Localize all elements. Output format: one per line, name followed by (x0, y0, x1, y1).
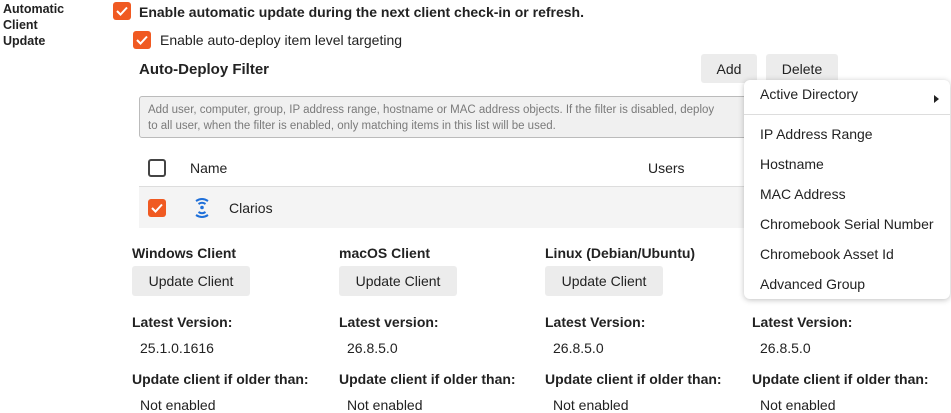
filter-hint-line2: to all user, when the filter is enabled,… (148, 120, 556, 132)
linux-latest-value: 26.8.5.0 (553, 340, 604, 356)
menu-item-label: Active Directory (760, 86, 859, 102)
menu-item-advanced-group[interactable]: Advanced Group (760, 276, 865, 292)
select-all-checkbox[interactable] (148, 159, 166, 177)
checkmark-icon (136, 35, 148, 45)
linux-older-label: Update client if older than: (545, 371, 722, 387)
filter-hint: Add user, computer, group, IP address ra… (139, 96, 779, 138)
filter-title: Auto-Deploy Filter (139, 61, 269, 78)
column-name[interactable]: Name (190, 160, 227, 176)
row-name: Clarios (229, 200, 273, 216)
fourth-latest-value: 26.8.5.0 (760, 340, 811, 356)
windows-latest-value: 25.1.0.1616 (140, 340, 214, 356)
auto-deploy-label: Enable auto-deploy item level targeting (160, 32, 403, 48)
menu-item-mac-address[interactable]: MAC Address (760, 186, 846, 202)
checkmark-icon (116, 6, 128, 16)
menu-item-hostname[interactable]: Hostname (760, 156, 824, 172)
add-button[interactable]: Add (701, 54, 757, 83)
macos-older-label: Update client if older than: (339, 371, 516, 387)
macos-latest-value: 26.8.5.0 (347, 340, 398, 356)
checkmark-icon (151, 203, 163, 213)
linux-update-client-button[interactable]: Update Client (545, 266, 663, 296)
windows-latest-label: Latest Version: (132, 314, 233, 330)
row-checkbox[interactable] (148, 199, 166, 217)
fourth-older-label: Update client if older than: (752, 371, 929, 387)
filter-hint-line1: Add user, computer, group, IP address ra… (148, 104, 715, 116)
macos-latest-label: Latest version: (339, 314, 439, 330)
windows-older-label: Update client if older than: (132, 371, 309, 387)
linux-latest-label: Latest Version: (545, 314, 646, 330)
enable-update-checkbox[interactable] (113, 2, 131, 20)
fourth-latest-label: Latest Version: (752, 314, 853, 330)
windows-update-client-button[interactable]: Update Client (132, 266, 250, 296)
section-label-line1: Automatic (3, 2, 65, 16)
menu-item-chromebook-asset-id[interactable]: Chromebook Asset Id (760, 246, 894, 262)
auto-deploy-checkbox[interactable] (133, 31, 151, 49)
enable-update-label: Enable automatic update during the next … (139, 4, 584, 20)
section-label-line3: Update (3, 34, 46, 48)
linux-client-title: Linux (Debian/Ubuntu) (545, 245, 696, 261)
menu-item-ip-address-range[interactable]: IP Address Range (760, 126, 873, 142)
menu-item-active-directory[interactable]: Active Directory (760, 86, 940, 103)
menu-item-chromebook-serial-number[interactable]: Chromebook Serial Number (760, 216, 934, 232)
table-row[interactable]: Clarios (139, 187, 759, 228)
macos-update-client-button[interactable]: Update Client (339, 266, 457, 296)
macos-client-title: macOS Client (339, 245, 431, 261)
menu-divider (744, 114, 950, 115)
filter-table-header: Name Users (139, 150, 759, 187)
chevron-right-icon (934, 90, 940, 106)
section-label-line2: Client (3, 18, 38, 32)
network-icon (190, 196, 214, 223)
add-dropdown-menu: Active Directory IP Address Range Hostna… (744, 80, 950, 299)
column-users[interactable]: Users (648, 160, 685, 176)
windows-client-title: Windows Client (132, 245, 237, 261)
section-label: Automatic Client Update (3, 1, 64, 49)
delete-button[interactable]: Delete (766, 54, 838, 83)
